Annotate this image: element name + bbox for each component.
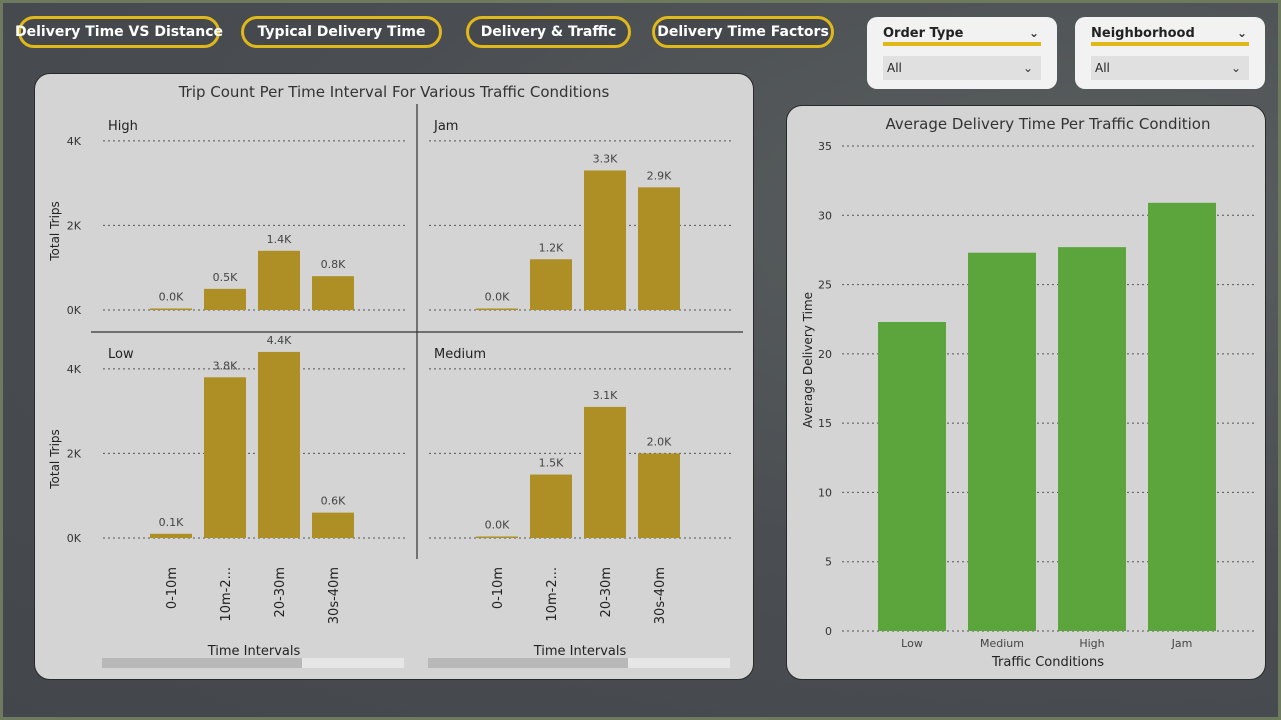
bar-medium-3[interactable] (638, 453, 680, 538)
y-tick-label: 30 (818, 209, 832, 222)
nav-delivery-time-factors-button[interactable]: Delivery Time Factors (652, 16, 834, 48)
x-tick-label: 30s-40m (327, 567, 342, 624)
bar-medium-0[interactable] (476, 536, 518, 539)
panel-title-high: High (108, 119, 138, 134)
y-axis-title: Total Trips (48, 429, 62, 490)
data-label: 0.0K (485, 291, 510, 304)
x-tick-label: 0-10m (491, 567, 506, 609)
y-tick-label: 0K (67, 304, 82, 317)
x-tick-label: 20-30m (273, 567, 288, 617)
neighborhood-slicer-title: Neighborhood (1091, 26, 1195, 41)
data-label: 1.2K (539, 241, 564, 254)
order-type-slicer-header[interactable]: Order Type ⌄ (883, 26, 1041, 46)
data-label: 0.1K (159, 516, 184, 529)
data-label: 0.0K (485, 519, 510, 532)
x-tick-label: 0-10m (165, 567, 180, 609)
data-label: 3.8K (213, 359, 238, 372)
y-tick-label: 35 (818, 140, 832, 153)
y-tick-label: 0 (825, 625, 832, 638)
data-label: 0.6K (321, 495, 346, 508)
bar-medium-2[interactable] (584, 406, 626, 538)
y-tick-label: 4K (67, 135, 82, 148)
neighborhood-selected-value: All (1095, 61, 1110, 75)
order-type-slicer-title: Order Type (883, 26, 964, 41)
data-label: 0.8K (321, 258, 346, 271)
bar-low-1[interactable] (204, 377, 246, 538)
trip-count-chart-panel: Trip Count Per Time Interval For Various… (34, 73, 754, 680)
nav-delivery-traffic-button[interactable]: Delivery & Traffic (466, 16, 631, 48)
scrollbar-thumb-left[interactable] (102, 658, 302, 668)
x-tick-label: High (1079, 637, 1104, 650)
nav-typical-delivery-time-button[interactable]: Typical Delivery Time (241, 16, 442, 48)
data-label: 0.0K (159, 291, 184, 304)
data-label: 3.3K (593, 152, 618, 165)
y-tick-label: 0K (67, 532, 82, 545)
bar-low-3[interactable] (312, 512, 354, 538)
x-tick-label: 10m-2... (219, 567, 234, 622)
data-label: 2.9K (647, 169, 672, 182)
panel-title-jam: Jam (433, 119, 458, 134)
nav-delivery-time-vs-distance-button[interactable]: Delivery Time VS Distance (15, 16, 223, 48)
y-tick-label: 20 (818, 348, 832, 361)
bar-jam-2[interactable] (584, 170, 626, 310)
x-tick-label: 10m-2... (545, 567, 560, 622)
trip-count-small-multiples-chart: Trip Count Per Time Interval For Various… (48, 83, 743, 668)
order-type-dropdown[interactable]: All ⌄ (883, 56, 1041, 80)
bar-jam-1[interactable] (530, 259, 572, 310)
data-label: 1.4K (267, 233, 292, 246)
avg-delivery-time-chart-panel: Average Delivery Time Per Traffic Condit… (786, 105, 1266, 680)
y-tick-label: 5 (825, 556, 832, 569)
y-tick-label: 2K (67, 447, 82, 460)
panel-title-medium: Medium (434, 347, 486, 362)
data-label: 0.5K (213, 271, 238, 284)
x-axis-title: Traffic Conditions (991, 655, 1104, 670)
bar-low-2[interactable] (258, 351, 300, 538)
bar-jam-0[interactable] (476, 308, 518, 311)
bar-jam-3[interactable] (638, 187, 680, 310)
avg-delivery-time-bar-chart: Average Delivery Time Per Traffic Condit… (801, 115, 1255, 670)
data-label: 4.4K (267, 334, 292, 347)
y-axis-title: Average Delivery Time (801, 292, 815, 428)
data-label: 1.5K (539, 457, 564, 470)
x-tick-label: 30s-40m (653, 567, 668, 624)
neighborhood-slicer-header[interactable]: Neighborhood ⌄ (1091, 26, 1249, 46)
scrollbar-thumb-right[interactable] (428, 658, 628, 668)
y-tick-label: 2K (67, 219, 82, 232)
x-axis-title-left: Time Intervals (207, 644, 301, 659)
bar-high-1[interactable] (204, 288, 246, 310)
x-tick-label: Medium (980, 637, 1024, 650)
y-tick-label: 4K (67, 363, 82, 376)
x-tick-label: Jam (1171, 637, 1193, 650)
x-tick-label: 20-30m (599, 567, 614, 617)
neighborhood-dropdown[interactable]: All ⌄ (1091, 56, 1249, 80)
bar-high[interactable] (1058, 247, 1126, 631)
chevron-down-icon: ⌄ (1022, 61, 1033, 75)
bar-medium-1[interactable] (530, 474, 572, 538)
avg-delivery-time-chart-title: Average Delivery Time Per Traffic Condit… (886, 115, 1211, 133)
order-type-slicer: Order Type ⌄ All ⌄ (867, 17, 1057, 89)
order-type-selected-value: All (887, 61, 902, 75)
bar-high-0[interactable] (150, 308, 192, 311)
panel-title-low: Low (108, 347, 134, 362)
x-tick-label: Low (901, 637, 923, 650)
y-tick-label: 15 (818, 417, 832, 430)
y-tick-label: 25 (818, 279, 832, 292)
bar-high-3[interactable] (312, 276, 354, 310)
data-label: 3.1K (593, 389, 618, 402)
y-tick-label: 10 (818, 486, 832, 499)
bar-jam[interactable] (1148, 202, 1216, 632)
trip-count-chart-title: Trip Count Per Time Interval For Various… (178, 83, 610, 101)
bar-low-0[interactable] (150, 533, 192, 538)
y-axis-title: Total Trips (48, 201, 62, 262)
bar-high-2[interactable] (258, 250, 300, 310)
chevron-down-icon[interactable]: ⌄ (1029, 26, 1039, 40)
x-axis-title-right: Time Intervals (533, 644, 627, 659)
neighborhood-slicer: Neighborhood ⌄ All ⌄ (1075, 17, 1265, 89)
chevron-down-icon[interactable]: ⌄ (1237, 26, 1247, 40)
data-label: 2.0K (647, 435, 672, 448)
bar-medium[interactable] (968, 252, 1036, 631)
bar-low[interactable] (878, 321, 946, 631)
chevron-down-icon: ⌄ (1230, 61, 1241, 75)
